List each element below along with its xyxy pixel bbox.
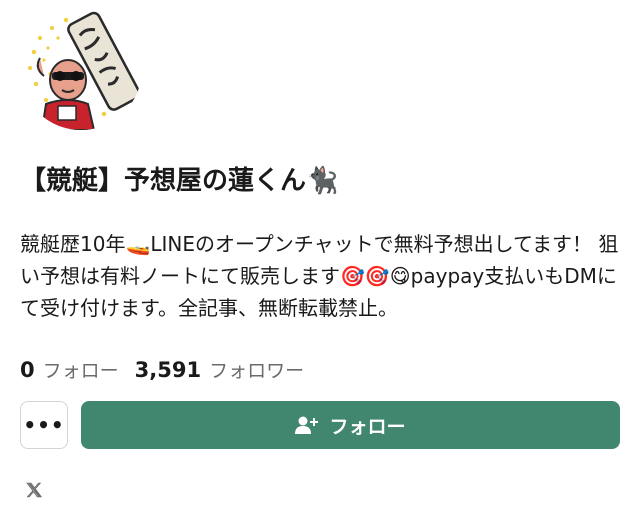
add-user-icon: [295, 415, 319, 435]
profile-bio: 競艇歴10年🚤LINEのオープンチャットで無料予想出してます！ 狙い予想は有料ノ…: [20, 232, 619, 320]
more-dots-icon: •••: [23, 413, 65, 437]
avatar: [20, 8, 142, 130]
more-options-button[interactable]: •••: [20, 401, 68, 449]
follow-button[interactable]: フォロー: [81, 401, 620, 449]
following-label[interactable]: フォロー: [43, 356, 119, 383]
follow-stats: 0 フォロー 3,591 フォロワー: [20, 356, 304, 383]
following-count[interactable]: 0: [20, 358, 35, 382]
x-icon[interactable]: [24, 480, 44, 500]
avatar-icon: [20, 8, 142, 130]
followers-label[interactable]: フォロワー: [209, 356, 304, 383]
follow-button-label: フォロー: [329, 415, 406, 438]
profile-name: 【競艇】予想屋の蓮くん🐈‍⬛: [20, 166, 339, 196]
followers-count[interactable]: 3,591: [135, 358, 201, 382]
